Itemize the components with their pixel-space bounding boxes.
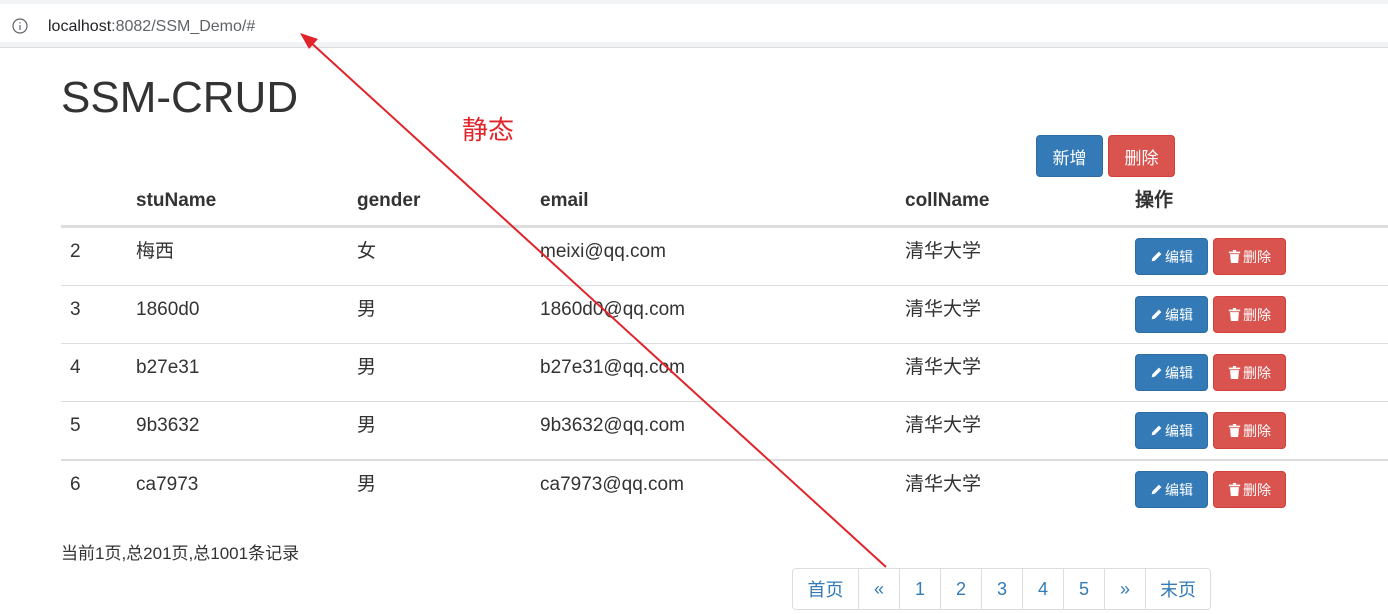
page-link-4[interactable]: 4 <box>1022 568 1064 610</box>
cell-collname: 清华大学 <box>905 415 982 436</box>
page-prev-link[interactable]: « <box>858 568 900 610</box>
url-text[interactable]: localhost:8082/SSM_Demo/# <box>48 18 255 36</box>
edit-button[interactable]: 编辑 <box>1135 296 1208 333</box>
cell-gender: 女 <box>357 241 377 262</box>
page-title: SSM-CRUD <box>61 73 299 122</box>
header-collname: collName <box>905 190 990 211</box>
edit-button[interactable]: 编辑 <box>1135 471 1208 508</box>
trash-icon <box>1228 424 1241 437</box>
row-delete-button[interactable]: 删除 <box>1213 354 1286 391</box>
cell-email: 9b3632@qq.com <box>540 415 685 436</box>
page-link-3[interactable]: 3 <box>981 568 1023 610</box>
edit-label: 编辑 <box>1165 481 1193 498</box>
cell-collname: 清华大学 <box>905 357 982 378</box>
cell-collname: 清华大学 <box>905 299 982 320</box>
table-header-divider <box>61 225 1388 228</box>
cell-id: 2 <box>70 241 81 262</box>
edit-button[interactable]: 编辑 <box>1135 412 1208 449</box>
info-icon[interactable] <box>12 18 28 34</box>
edit-button[interactable]: 编辑 <box>1135 354 1208 391</box>
cell-stuname: ca7973 <box>136 474 199 495</box>
row-delete-button[interactable]: 删除 <box>1213 471 1286 508</box>
cell-stuname: 9b3632 <box>136 415 200 436</box>
pencil-icon <box>1151 367 1162 378</box>
trash-icon <box>1228 308 1241 321</box>
cell-gender: 男 <box>357 415 377 436</box>
edit-label: 编辑 <box>1165 364 1193 381</box>
delete-button[interactable]: 删除 <box>1108 135 1175 177</box>
page-link-2[interactable]: 2 <box>940 568 982 610</box>
page-next-link[interactable]: » <box>1104 568 1146 610</box>
pencil-icon <box>1151 251 1162 262</box>
header-gender: gender <box>357 190 421 211</box>
cell-email: 1860d0@qq.com <box>540 299 685 320</box>
row-delete-label: 删除 <box>1243 248 1271 265</box>
cell-stuname: b27e31 <box>136 357 200 378</box>
url-path: :8082/SSM_Demo/# <box>111 18 256 35</box>
header-actions: 操作 <box>1135 190 1174 211</box>
browser-divider <box>0 42 1388 48</box>
edit-label: 编辑 <box>1165 248 1193 265</box>
cell-email: b27e31@qq.com <box>540 357 685 378</box>
pencil-icon <box>1151 425 1162 436</box>
trash-icon <box>1228 250 1241 263</box>
cell-id: 3 <box>70 299 81 320</box>
row-divider <box>61 343 1388 344</box>
cell-email: meixi@qq.com <box>540 241 666 262</box>
header-stuname: stuName <box>136 190 217 211</box>
page-link-5[interactable]: 5 <box>1063 568 1105 610</box>
edit-button[interactable]: 编辑 <box>1135 238 1208 275</box>
cell-gender: 男 <box>357 357 377 378</box>
page-first-link[interactable]: 首页 <box>792 568 859 610</box>
cell-id: 5 <box>70 415 81 436</box>
cell-email: ca7973@qq.com <box>540 474 684 495</box>
cell-id: 4 <box>70 357 81 378</box>
address-bar[interactable]: localhost:8082/SSM_Demo/# <box>0 4 1388 42</box>
add-button[interactable]: 新增 <box>1036 135 1103 177</box>
row-divider <box>61 459 1388 461</box>
cell-gender: 男 <box>357 299 377 320</box>
cell-id: 6 <box>70 474 81 495</box>
row-delete-label: 删除 <box>1243 306 1271 323</box>
row-delete-button[interactable]: 删除 <box>1213 238 1286 275</box>
trash-icon <box>1228 483 1241 496</box>
row-delete-button[interactable]: 删除 <box>1213 296 1286 333</box>
row-delete-label: 删除 <box>1243 364 1271 381</box>
cell-collname: 清华大学 <box>905 474 982 495</box>
annotation-label: 静态 <box>462 115 515 145</box>
cell-gender: 男 <box>357 474 377 495</box>
pencil-icon <box>1151 484 1162 495</box>
header-email: email <box>540 190 589 211</box>
page-last-link[interactable]: 末页 <box>1145 568 1211 610</box>
cell-stuname: 1860d0 <box>136 299 200 320</box>
row-divider <box>61 401 1388 402</box>
edit-label: 编辑 <box>1165 422 1193 439</box>
row-delete-label: 删除 <box>1243 481 1271 498</box>
row-divider <box>61 285 1388 286</box>
page-info: 当前1页,总201页,总1001条记录 <box>61 544 300 563</box>
trash-icon <box>1228 366 1241 379</box>
url-host: localhost <box>48 18 112 35</box>
edit-label: 编辑 <box>1165 306 1193 323</box>
row-delete-button[interactable]: 删除 <box>1213 412 1286 449</box>
page-link-1[interactable]: 1 <box>899 568 941 610</box>
pencil-icon <box>1151 309 1162 320</box>
pagination: 首页 « 1 2 3 4 5 » 末页 <box>792 568 1211 610</box>
row-delete-label: 删除 <box>1243 422 1271 439</box>
cell-collname: 清华大学 <box>905 241 982 262</box>
cell-stuname: 梅西 <box>136 241 175 262</box>
